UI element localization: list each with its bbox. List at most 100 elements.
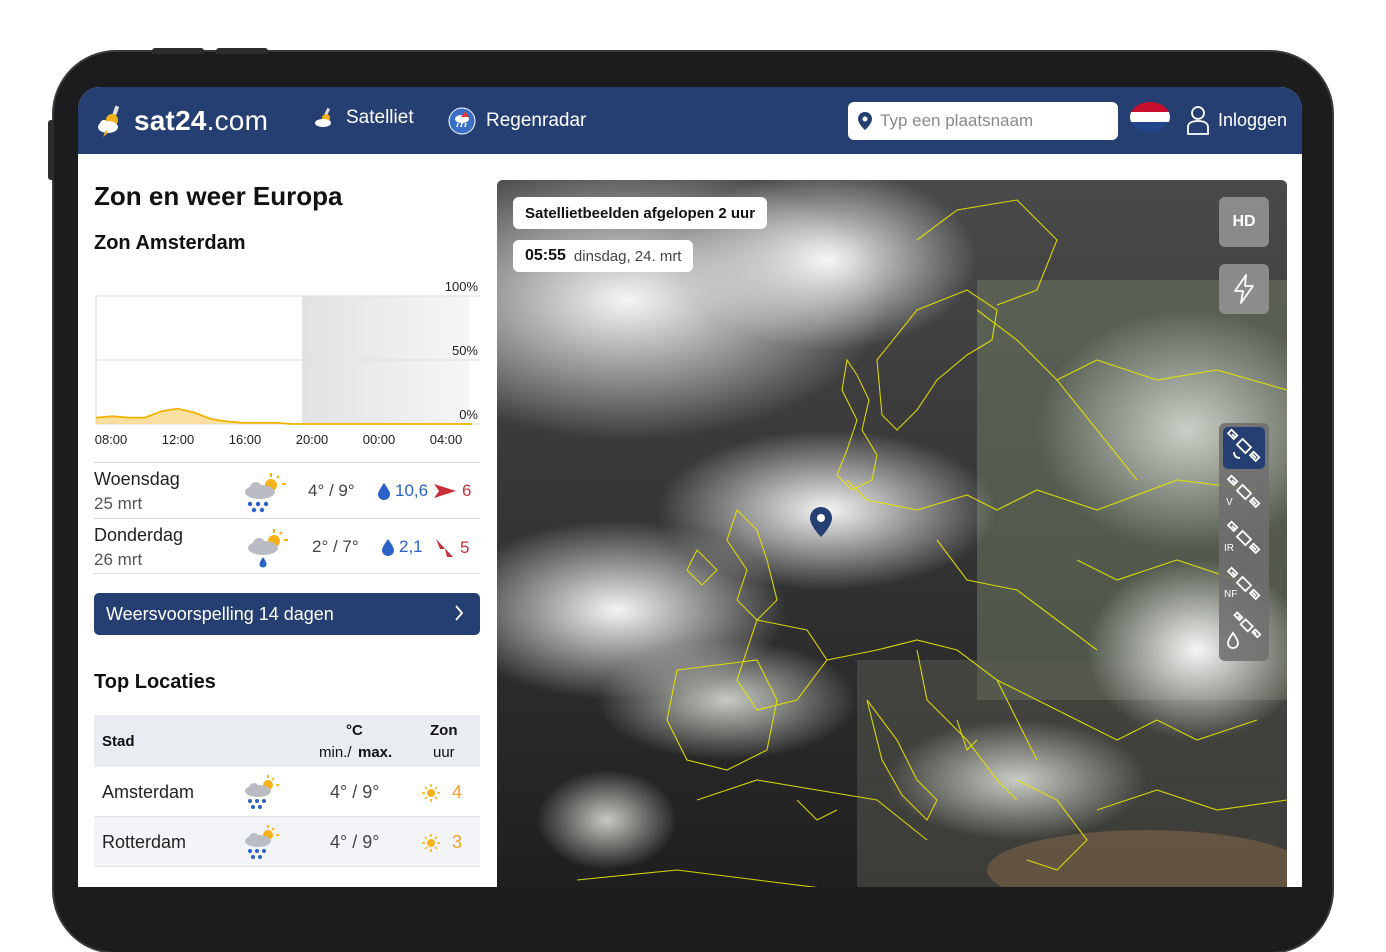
- satellite-infrared-icon: [1226, 520, 1261, 555]
- layer-label: NF: [1224, 589, 1238, 600]
- precipitation-value: 10,6: [395, 481, 429, 500]
- map-timestamp: 05:55 dinsdag, 24. mrt: [513, 240, 694, 272]
- column-sun-unit: uur: [433, 744, 455, 761]
- x-tick-label: 20:00: [296, 432, 329, 447]
- screen: sat24.com Satelliet Regenradar Typ een p…: [78, 87, 1302, 887]
- column-sun: Zon: [430, 722, 458, 739]
- logo-text: sat24.com: [134, 105, 269, 136]
- map-date: dinsdag, 24. mrt: [573, 247, 682, 265]
- raindrop-icon: [382, 538, 394, 556]
- day-name: Donderdag: [94, 525, 184, 545]
- satellite-image: [497, 180, 1287, 887]
- day-wind: 5: [436, 537, 469, 559]
- nav-regenradar-label: Regenradar: [486, 110, 587, 131]
- satellite-map[interactable]: Satellietbeelden afgelopen 2 uur 05:55 d…: [497, 180, 1287, 887]
- nav-satelliet-label: Satelliet: [346, 107, 414, 128]
- precipitation-value: 2,1: [399, 537, 423, 556]
- wind-value: 6: [462, 481, 472, 500]
- day-temperature: 4° / 9°: [308, 481, 355, 500]
- layer-visible[interactable]: V: [1223, 473, 1265, 515]
- satellite-icon: [1226, 428, 1261, 463]
- location-pin-icon: [858, 112, 872, 130]
- day-temperature: 2° / 7°: [312, 537, 359, 556]
- satellite-layer-selector: V IR NF: [1219, 423, 1269, 661]
- top-locations-heading: Top Locaties: [94, 671, 216, 693]
- tablet-button: [48, 120, 54, 180]
- x-tick-label: 08:00: [95, 432, 128, 447]
- lightning-icon: [1234, 274, 1254, 304]
- sun-hours: 4: [452, 782, 463, 802]
- chevron-right-icon: [455, 605, 464, 621]
- x-tick-label: 04:00: [430, 432, 463, 447]
- layer-precipitation[interactable]: [1223, 611, 1265, 653]
- day-precipitation: 10,6: [378, 481, 428, 501]
- sun-cloud-logo-icon: [98, 105, 120, 137]
- nav-regenradar[interactable]: Regenradar: [448, 107, 586, 135]
- layer-label: V: [1226, 497, 1233, 508]
- forecast-14-days-button[interactable]: Weersvoorspelling 14 dagen: [94, 593, 480, 635]
- table-row[interactable]: Amsterdam 4° / 9° 4: [94, 767, 480, 817]
- page-title: Zon en weer Europa: [94, 181, 343, 211]
- login-button[interactable]: Inloggen: [1186, 105, 1287, 135]
- table-header: Stad °C min./ max. Zon uur: [94, 715, 480, 767]
- day-row[interactable]: Woensdag 25 mrt 4° / 9° 10,6 6: [94, 462, 480, 518]
- x-tick-label: 16:00: [229, 432, 262, 447]
- top-locations-table: Stad °C min./ max. Zon uur Amsterdam 4° …: [94, 715, 480, 867]
- column-temp-min: min./: [319, 744, 352, 761]
- x-tick-label: 00:00: [363, 432, 396, 447]
- column-temp-max: max.: [358, 744, 393, 761]
- sun-chart: 100% 50% 0% 08:00 12:00 16:00 20:00 00:00 04:00: [95, 282, 480, 447]
- city-temperature: 4° / 9°: [330, 782, 380, 802]
- tablet-button: [152, 48, 204, 54]
- layer-satellite[interactable]: [1223, 427, 1265, 469]
- lightning-button[interactable]: [1219, 264, 1269, 314]
- sun-icon: [422, 784, 440, 802]
- y-tick-label: 0%: [459, 407, 478, 422]
- table-row[interactable]: Rotterdam 4° / 9° 3: [94, 817, 480, 867]
- hd-label: HD: [1232, 213, 1256, 230]
- search-box[interactable]: [848, 102, 1118, 140]
- forecast-button-label: Weersvoorspelling 14 dagen: [106, 603, 334, 624]
- sun-hours: 3: [452, 832, 463, 852]
- layer-night-fog[interactable]: NF: [1223, 565, 1265, 607]
- layer-infrared[interactable]: IR: [1223, 519, 1265, 561]
- city-temperature: 4° / 9°: [330, 832, 380, 852]
- day-name: Woensdag: [94, 469, 180, 489]
- logo[interactable]: sat24.com: [96, 104, 268, 138]
- tablet-button: [216, 48, 268, 54]
- column-city: Stad: [102, 733, 135, 750]
- day-date: 26 mrt: [94, 550, 143, 569]
- search-input[interactable]: [880, 111, 1100, 131]
- day-precipitation: 2,1: [382, 537, 423, 557]
- hd-button[interactable]: HD: [1219, 197, 1269, 247]
- user-icon: [1187, 106, 1209, 135]
- day-row[interactable]: Donderdag 26 mrt 2° / 7° 2,1 5: [94, 518, 480, 574]
- partly-sunny-rain-icon: [245, 473, 286, 513]
- satellite-precipitation-icon: [1227, 611, 1262, 649]
- login-label: Inloggen: [1218, 109, 1288, 130]
- y-tick-label: 100%: [445, 282, 479, 294]
- satellite-cloud-icon: [315, 107, 331, 127]
- city-name: Rotterdam: [102, 832, 187, 852]
- layer-label: IR: [1224, 543, 1234, 554]
- wind-direction-icon: [436, 539, 453, 557]
- day-wind: 6: [434, 481, 471, 501]
- map-caption: Satellietbeelden afgelopen 2 uur: [513, 197, 768, 229]
- satellite-visible-icon: [1226, 474, 1261, 509]
- satellite-night-fog-icon: [1226, 566, 1261, 601]
- sun-heading: Zon Amsterdam: [94, 232, 246, 254]
- location-marker-icon[interactable]: [810, 507, 832, 537]
- partly-sunny-light-rain-icon: [248, 529, 288, 568]
- sun-icon: [422, 834, 440, 852]
- day-date: 25 mrt: [94, 494, 143, 513]
- nl-flag-icon[interactable]: [1130, 102, 1170, 132]
- wind-direction-icon: [434, 484, 456, 498]
- map-time: 05:55: [525, 247, 566, 264]
- y-tick-label: 50%: [452, 343, 478, 358]
- top-navigation-bar: sat24.com Satelliet Regenradar Typ een p…: [78, 87, 1302, 154]
- partly-sunny-rain-icon: [245, 775, 279, 809]
- column-temp-unit: °C: [346, 722, 363, 739]
- nav-satelliet[interactable]: Satelliet: [314, 107, 414, 129]
- city-name: Amsterdam: [102, 782, 195, 802]
- rain-radar-icon: [448, 107, 476, 135]
